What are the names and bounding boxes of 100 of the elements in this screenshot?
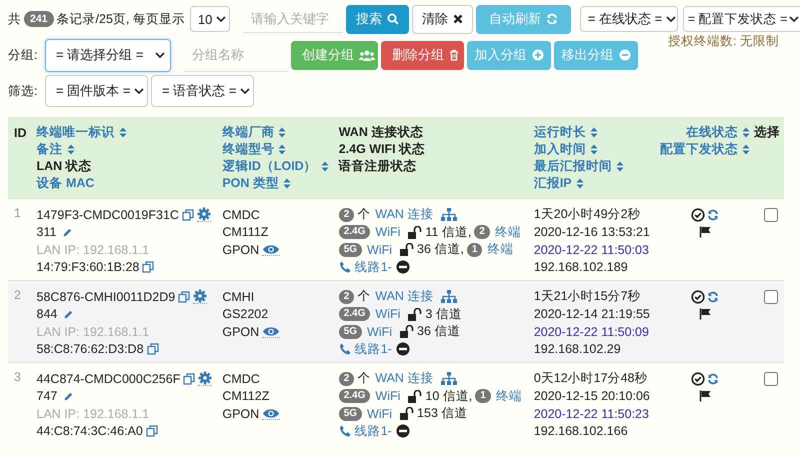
group-select[interactable]: = 请选择分组 = (45, 38, 171, 72)
voice-line-link[interactable]: 线路1- (354, 340, 392, 358)
caret-icon[interactable] (155, 52, 165, 58)
wifi-link[interactable]: WiFi (367, 242, 392, 257)
sort-header-link[interactable]: 汇报IP (534, 175, 572, 192)
search-icon[interactable] (386, 13, 399, 25)
sort-icon[interactable] (742, 144, 750, 155)
sort-icon[interactable] (66, 144, 75, 155)
group-name-field[interactable]: 分组名称 (184, 38, 288, 72)
sort-icon[interactable] (320, 161, 329, 172)
settings-icon[interactable] (198, 371, 212, 386)
sort-icon[interactable] (576, 178, 584, 189)
wan-count-badge: 2 (338, 372, 354, 386)
copy-icon[interactable] (146, 425, 158, 438)
report-ip: 192.168.102.29 (534, 342, 621, 356)
view-icon[interactable] (262, 326, 280, 338)
last-report-time: 2020-12-22 11:50:03 (534, 242, 649, 257)
users-icon[interactable] (359, 50, 375, 60)
unlock-icon (408, 226, 422, 239)
wifi-link[interactable]: WiFi (367, 324, 392, 339)
wan-link[interactable]: WAN 连接 (375, 206, 434, 224)
sitemap-icon[interactable] (441, 290, 458, 304)
caret-icon[interactable] (216, 16, 226, 22)
sort-icon[interactable] (590, 127, 598, 138)
channel-text: 36 信道, (417, 241, 464, 258)
firmware-select[interactable]: = 固件版本 = (45, 75, 148, 107)
select-checkbox[interactable] (764, 372, 778, 386)
minus-circle-icon (396, 424, 410, 438)
settings-icon[interactable] (196, 207, 211, 222)
voice-status-select[interactable]: = 语音状态 = (151, 75, 254, 107)
sync-icon[interactable] (706, 290, 719, 303)
config-status-select[interactable]: = 配置下发状态 = (682, 6, 800, 32)
add-to-group-button[interactable]: 加入分组 (467, 40, 551, 70)
edit-icon[interactable] (63, 308, 74, 320)
search-button[interactable]: 搜索 (346, 4, 409, 34)
sort-header-link[interactable]: 在线状态 (686, 124, 738, 141)
caret-icon[interactable] (789, 16, 800, 22)
sitemap-icon[interactable] (441, 372, 458, 386)
sort-header-link[interactable]: 加入时间 (534, 141, 586, 158)
sort-header-link[interactable]: PON 类型 (222, 175, 279, 192)
band-badge: 5G (338, 406, 362, 421)
sort-icon[interactable] (616, 161, 624, 172)
clients-link[interactable]: 终端 (487, 241, 514, 258)
wifi-link[interactable]: WiFi (367, 406, 392, 421)
sort-icon[interactable] (118, 127, 127, 138)
select-checkbox[interactable] (764, 290, 778, 304)
copy-icon[interactable] (178, 290, 190, 303)
trash-icon[interactable] (449, 49, 459, 61)
auto-refresh-button[interactable]: 自动刷新 (476, 4, 571, 34)
voice-line-link[interactable]: 线路1- (354, 258, 392, 276)
delete-group-button[interactable]: 删除分组 (381, 40, 464, 70)
keyword-field[interactable]: 请输入关键字 (242, 5, 343, 33)
minus-circle-icon (396, 260, 410, 274)
copy-icon[interactable] (183, 372, 196, 385)
uptime-text: 1天21小时15分7秒 (534, 288, 641, 306)
sync-icon[interactable] (706, 208, 719, 221)
sort-icon[interactable] (742, 127, 750, 138)
sort-icon[interactable] (278, 144, 286, 155)
header-link[interactable]: 设备 MAC (36, 175, 94, 192)
sort-header-link[interactable]: 最后汇报时间 (534, 158, 612, 175)
sort-header-link[interactable]: 终端厂商 (222, 124, 274, 141)
page-size-select[interactable]: 10 (190, 6, 230, 32)
copy-icon[interactable] (146, 343, 159, 356)
sort-header-link[interactable]: 逻辑ID（LOID） (222, 158, 317, 175)
caret-icon[interactable] (134, 88, 144, 94)
settings-icon[interactable] (193, 289, 208, 304)
copy-icon[interactable] (142, 261, 154, 274)
edit-icon[interactable] (62, 226, 74, 238)
wan-link[interactable]: WAN 连接 (375, 288, 434, 306)
sync-icon[interactable] (706, 372, 719, 385)
vendor-text: CMHI (222, 290, 254, 304)
sort-header-link[interactable]: 终端型号 (222, 141, 274, 158)
view-icon[interactable] (262, 244, 280, 256)
online-status-select[interactable]: = 在线状态 = (580, 6, 678, 32)
sort-header-link[interactable]: 运行时长 (534, 124, 586, 141)
edit-icon[interactable] (63, 390, 74, 402)
group-label: 分组: (8, 46, 38, 64)
clients-link[interactable]: 终端 (496, 388, 522, 405)
sort-icon[interactable] (282, 178, 291, 189)
wifi-link[interactable]: WiFi (375, 389, 400, 404)
sort-icon[interactable] (278, 127, 286, 138)
sort-header-link[interactable]: 备注 (36, 141, 63, 158)
sitemap-icon[interactable] (441, 208, 458, 222)
sort-header-link[interactable]: 终端唯一标识 (36, 124, 115, 141)
close-icon[interactable] (452, 14, 463, 24)
wifi-link[interactable]: WiFi (375, 307, 400, 322)
clear-button[interactable]: 清除 (412, 4, 473, 34)
sort-header-link[interactable]: 配置下发状态 (660, 141, 738, 158)
voice-line-link[interactable]: 线路1- (354, 422, 392, 440)
caret-icon[interactable] (240, 88, 250, 94)
copy-icon[interactable] (182, 208, 194, 221)
select-checkbox[interactable] (764, 208, 778, 222)
view-icon[interactable] (262, 408, 280, 420)
create-group-button[interactable]: 创建分组 (291, 40, 378, 70)
remove-from-group-button[interactable]: 移出分组 (554, 40, 638, 70)
wifi-link[interactable]: WiFi (375, 225, 400, 240)
clients-link[interactable]: 终端 (494, 224, 521, 241)
caret-icon[interactable] (666, 16, 676, 22)
wan-link[interactable]: WAN 连接 (375, 370, 434, 388)
sort-icon[interactable] (590, 144, 598, 155)
